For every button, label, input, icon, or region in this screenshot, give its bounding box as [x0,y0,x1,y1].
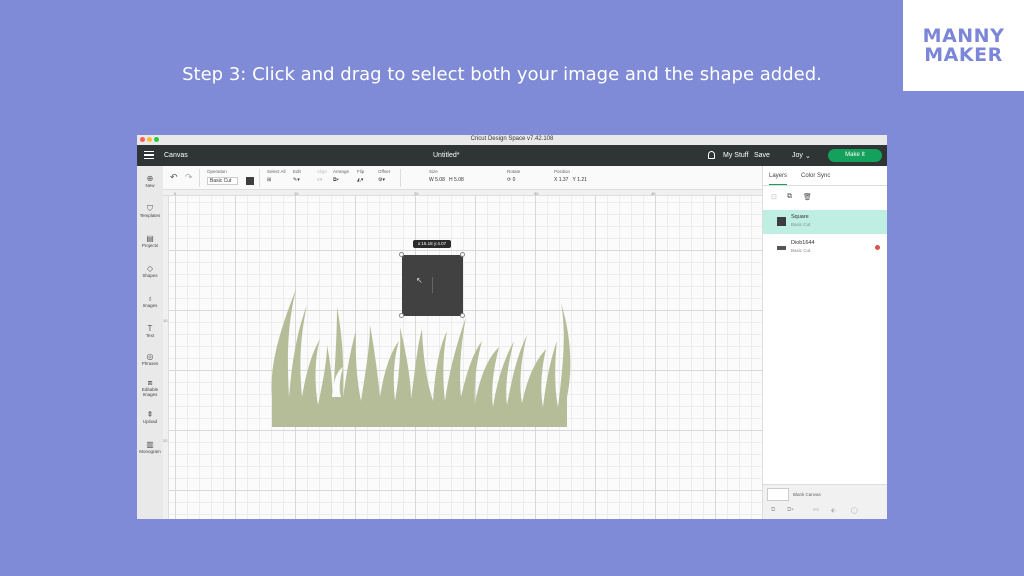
resize-handle[interactable] [399,252,404,257]
resize-handle[interactable] [460,313,465,318]
cursor-icon: ↖ [416,276,423,285]
flatten-icon[interactable]: ⬖ [831,507,836,514]
blank-canvas-thumbnail[interactable] [767,488,789,501]
slice-icon[interactable]: ⧉ [771,507,775,514]
step-caption: Step 3: Click and drag to select both yo… [182,64,822,85]
tab-color-sync[interactable]: Color Sync [801,173,830,179]
warning-icon[interactable] [875,245,880,250]
contour-icon[interactable]: ◯ [851,507,858,514]
crosshair-icon [432,277,433,293]
group-icon[interactable]: ⊡ [771,193,777,201]
layer-swatch [777,246,786,250]
coordinate-tooltip: x:16.18 y:4.07 [413,240,451,248]
logo-line-1: MANNY [922,24,1005,47]
duplicate-icon[interactable]: ⧉ [787,193,792,201]
layer-name: Diob1644 [791,240,815,246]
tab-layers[interactable]: Layers [769,173,788,185]
layers-panel: Layers Color Sync ⊡ ⧉ 🗑 Square Basic Cut… [762,166,887,519]
layer-swatch [777,217,786,226]
layer-operation: Basic Cut [791,222,811,227]
blank-canvas-label: Blank Canvas [793,492,821,497]
combine-icon[interactable]: ⧉▾ [787,507,794,514]
layer-row-diob1644[interactable]: Diob1644 Basic Cut [763,236,887,260]
layer-row-square[interactable]: Square Basic Cut [763,210,887,234]
layer-name: Square [791,214,809,220]
resize-handle[interactable] [399,313,404,318]
panel-bottom-bar: Blank Canvas ⧉ ⧉▾ ⧟ ⬖ ◯ [763,484,887,519]
trash-icon[interactable]: 🗑 [803,193,812,201]
layer-operation: Basic Cut [791,248,811,253]
app-window: Cricut Design Space v7.42.108 Canvas Unt… [137,135,887,519]
panel-tabs: Layers Color Sync [763,166,887,186]
attach-icon[interactable]: ⧟ [813,507,819,514]
resize-handle[interactable] [460,252,465,257]
logo-line-2: MAKER [924,43,1003,66]
selected-square[interactable]: ↖ [399,252,465,318]
